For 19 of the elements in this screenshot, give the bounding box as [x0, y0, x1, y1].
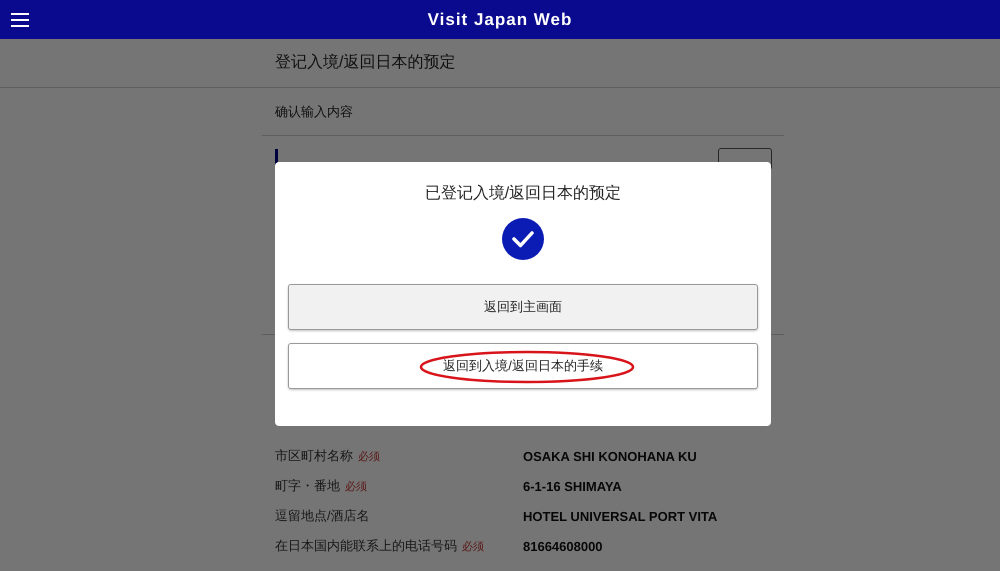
field-label: 在日本国内能联系上的电话号码: [275, 537, 457, 555]
check-icon: [502, 218, 544, 260]
required-tag: 必须: [345, 478, 367, 494]
menu-icon[interactable]: [11, 13, 29, 27]
field-value: HOTEL UNIVERSAL PORT VITA: [523, 508, 718, 524]
field-label: 逗留地点/酒店名: [275, 507, 370, 525]
field-label: 市区町村名称: [275, 447, 353, 465]
required-tag: 必须: [462, 538, 484, 554]
dialog-button[interactable]: 返回到入境/返回日本的手续: [288, 343, 758, 389]
required-tag: 必须: [358, 448, 380, 464]
dialog-title: 已登记入境/返回日本的预定: [424, 184, 622, 204]
dialog-button[interactable]: 返回到主画面: [288, 284, 758, 330]
site-title: Visit Japan Web: [428, 10, 572, 30]
field-value: OSAKA SHI KONOHANA KU: [523, 448, 697, 464]
field-value: 81664608000: [523, 538, 603, 554]
field-value: 6-1-16 SHIMAYA: [523, 478, 622, 494]
step-title: 确认输入内容: [275, 104, 353, 119]
field-label: 町字・番地: [275, 477, 340, 495]
page-title: 登记入境/返回日本的预定: [274, 52, 456, 73]
